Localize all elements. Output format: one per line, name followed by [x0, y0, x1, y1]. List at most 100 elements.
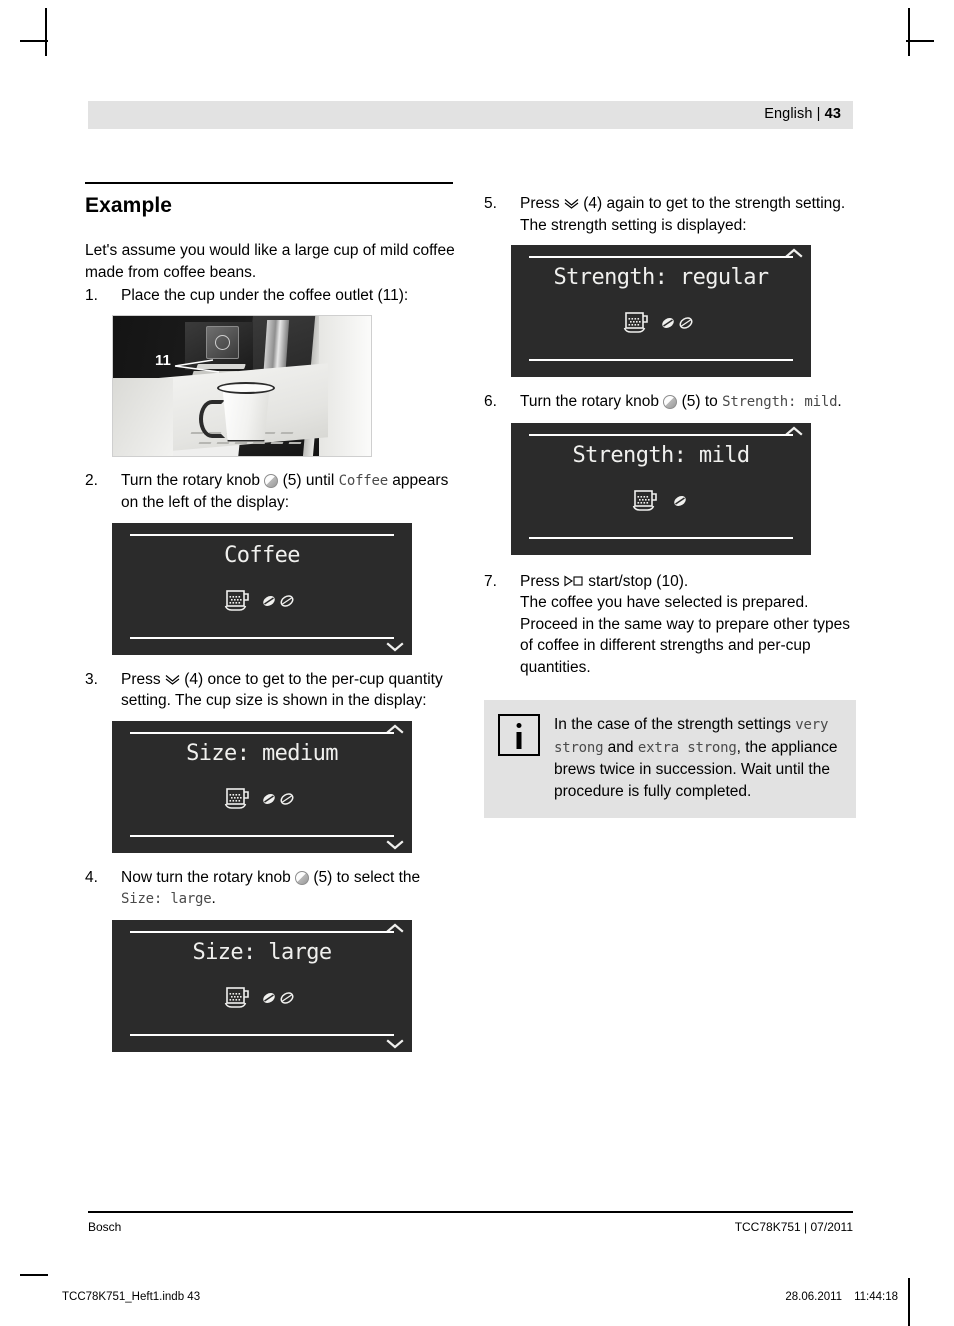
coffee-bean-icon-outline [679, 317, 693, 329]
info-note-text: In the case of the strength settings ver… [554, 714, 842, 802]
display-size-medium-title: Size: medium [186, 740, 338, 766]
intro-paragraph: Let's assume you would like a large cup … [85, 242, 455, 281]
page-header-band: English | 43 [88, 101, 853, 129]
print-meta-time: 11:44:18 [854, 1291, 898, 1303]
header-separator: | [816, 106, 821, 122]
crop-mark-bottom-right-vertical [908, 1278, 910, 1326]
rotary-knob-icon [264, 473, 279, 488]
print-meta-date: 28.06.2011 [785, 1291, 843, 1303]
photo-counter-side [113, 377, 173, 456]
coffee-cup-icon [224, 787, 249, 809]
display-strength-mild-icons [511, 487, 811, 515]
display-coffee: Coffee [112, 522, 412, 655]
page-title: Example [85, 194, 173, 217]
step-2-lcd-word: Coffee [338, 472, 389, 489]
left-column: Example Let's assume you would like a la… [85, 182, 457, 1052]
info-icon-dot [516, 723, 522, 728]
step-7-text-a: Press [520, 572, 564, 590]
step-7-text-c: The coffee you have selected is prepared… [520, 594, 850, 676]
step-4-text-a: Now turn the rotary knob [121, 868, 296, 886]
double-chevron-down-icon [165, 674, 180, 685]
coffee-cup-icon [224, 986, 249, 1008]
header-page-number: 43 [824, 106, 841, 122]
display-size-medium-icons [112, 785, 412, 813]
coffee-machine-photo: 11 [112, 314, 372, 457]
coffee-bean-icon-outline [280, 991, 294, 1004]
footer-brand: Bosch [88, 1220, 122, 1234]
step-7-number: 7. [484, 572, 497, 590]
display-rule-top [529, 433, 793, 436]
display-strength-regular-icons [511, 309, 811, 337]
display-rule-top [529, 256, 793, 258]
info-note-box: In the case of the strength settings ver… [484, 700, 856, 818]
photo-cup-body [222, 385, 270, 442]
header-language: English [764, 106, 813, 122]
display-rule-bottom [529, 536, 793, 539]
display-strength-regular-title: Strength: regular [553, 265, 770, 290]
info-icon-stem [516, 732, 522, 749]
step-2-text-a: Turn the rotary knob [121, 471, 265, 489]
display-size-large-icons [112, 984, 412, 1012]
crop-mark-bottom-left-horizontal [20, 1274, 48, 1276]
footer-rule [88, 1211, 853, 1213]
coffee-cup-icon [623, 312, 648, 333]
coffee-bean-icon-filled [673, 495, 686, 506]
display-strength-regular: Strength: regular [511, 245, 811, 377]
display-size-large: Size: large [112, 919, 412, 1052]
rotary-knob-icon [295, 870, 310, 885]
step-6-text-c: . [837, 393, 842, 410]
step-3: 3. Press (4) once to get to the per-cup … [85, 669, 457, 712]
right-column: 5. Press (4) again to get to the strengt… [484, 193, 856, 818]
display-rule-bottom [130, 636, 394, 639]
step-1: 1. Place the cup under the coffee outlet… [85, 285, 457, 307]
step-6-lcd-word: Strength: mild [722, 394, 838, 410]
info-icon [498, 714, 540, 756]
step-7: 7. Press start/stop (10). The coffee you… [484, 571, 856, 679]
display-strength-mild-title: Strength: mild [572, 442, 750, 468]
footer-document-code: TCC78K751 | 07/2011 [734, 1220, 853, 1234]
display-rule-top [130, 533, 394, 536]
display-size-medium: Size: medium [112, 720, 412, 853]
display-rule-top [130, 930, 394, 933]
step-6: 6. Turn the rotary knob (5) to Strength:… [484, 391, 856, 414]
photo-callout-11: 11 [155, 351, 171, 369]
coffee-cup-icon [632, 489, 657, 511]
step-2: 2. Turn the rotary knob (5) until Coffee… [85, 470, 457, 514]
section-rule [85, 182, 453, 184]
step-2-number: 2. [85, 471, 98, 489]
step-6-text-a: Turn the rotary knob [520, 393, 664, 410]
crop-mark-top-left-vertical [45, 8, 47, 56]
step-3-text-a: Press [121, 670, 165, 688]
step-6-number: 6. [484, 393, 497, 410]
print-meta-filename: TCC78K751_Heft1.indb 43 [62, 1291, 201, 1303]
step-1-number: 1. [85, 287, 98, 304]
step-6-text-b: (5) to [677, 393, 723, 410]
chevron-down-icon[interactable] [386, 839, 404, 851]
coffee-cup-icon [224, 589, 249, 611]
crop-mark-top-left-horizontal [20, 40, 48, 42]
display-size-large-title: Size: large [192, 939, 332, 965]
display-strength-mild: Strength: mild [511, 422, 811, 555]
step-4: 4. Now turn the rotary knob (5) to selec… [85, 867, 457, 911]
step-4-number: 4. [85, 868, 98, 886]
chevron-down-icon[interactable] [386, 641, 404, 653]
note-text-a: In the case of the strength settings [554, 716, 796, 733]
display-rule-top [130, 731, 394, 734]
print-meta-timestamp: 28.06.2011 11:44:18 [785, 1291, 898, 1303]
crop-mark-top-right-vertical [908, 8, 910, 56]
step-5: 5. Press (4) again to get to the strengt… [484, 193, 856, 236]
chevron-down-icon[interactable] [386, 1038, 404, 1050]
rotary-knob-icon [663, 395, 678, 409]
note-lcd-extra-strong: extra strong [637, 739, 737, 756]
coffee-bean-icon-outline [280, 792, 294, 805]
photo-brand-badge [206, 325, 239, 359]
photo-cup-handle [199, 399, 225, 438]
step-5-number: 5. [484, 195, 497, 212]
step-4-lcd-word: Size: large [121, 891, 212, 907]
double-chevron-down-icon [564, 199, 579, 209]
step-4-text-b: (5) to select the [309, 868, 421, 886]
display-rule-bottom [529, 359, 793, 361]
display-coffee-title: Coffee [224, 542, 300, 568]
start-stop-icon [564, 574, 583, 587]
page-header-label: English | 43 [764, 106, 841, 122]
